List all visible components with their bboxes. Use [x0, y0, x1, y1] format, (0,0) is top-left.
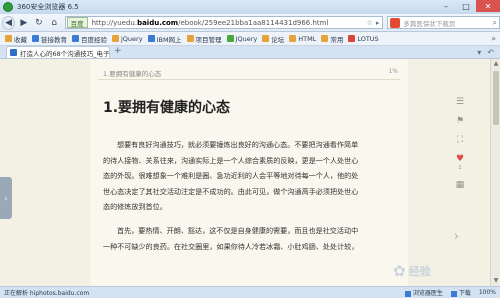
search-icon[interactable]: ⌕	[493, 18, 497, 28]
status-text: 正在解析 hiphotos.baidu.com	[4, 290, 90, 297]
watermark: ✿ 经验	[393, 262, 431, 280]
folder-icon	[289, 35, 297, 42]
folder-icon	[226, 35, 234, 42]
maximize-icon[interactable]: □	[456, 0, 476, 12]
close-icon[interactable]: ✕	[476, 0, 500, 12]
link-icon	[32, 35, 39, 42]
bookmark-item[interactable]: 项目管理	[186, 34, 222, 44]
chapter-heading: 1.要拥有健康的心态	[103, 100, 231, 116]
page-content: › 1.要拥有健康的心态 1% 1.要拥有健康的心态 想要有良好沟通技巧，就必须…	[0, 59, 500, 286]
folder-icon	[321, 35, 329, 42]
grid-icon[interactable]: ▦	[456, 180, 465, 190]
refresh-button[interactable]: ↻	[32, 16, 45, 30]
paragraph: 想要有良好沟通技巧，就必须要锤炼出良好的沟通心态。不要把沟通看作简单 的待人接物…	[103, 140, 359, 211]
reader-toolbar: ☰ ⚑ ⛶ ♥ 1 ▦	[452, 97, 468, 190]
like-count: 1	[458, 165, 462, 171]
tab-list-icon[interactable]: ▾	[477, 48, 481, 57]
url-text[interactable]: http://yuedu.baidu.com/ebook/259ee21bba1…	[92, 19, 329, 27]
navigation-bar: ◀ ▶ ↻ ⌂ 百度 http://yuedu.baidu.com/ebook/…	[0, 14, 500, 32]
search-engine-selector[interactable]: 百度	[66, 17, 88, 28]
zoom-level[interactable]: 100%	[479, 289, 496, 296]
download-icon	[450, 290, 457, 297]
bookmark-item[interactable]: IBM网上	[147, 34, 182, 44]
heart-icon[interactable]: ♥	[456, 154, 464, 164]
window-title: 360安全浏览器 6.5	[17, 3, 79, 11]
favicon-icon	[10, 49, 17, 56]
folder-icon	[147, 35, 155, 42]
bookmark-item[interactable]: 百度经验	[72, 34, 107, 44]
home-button[interactable]: ⌂	[48, 16, 61, 30]
search-engine-label: 百度	[70, 19, 84, 28]
bookmark-item[interactable]: JQuery	[226, 35, 257, 43]
bookmarks-bar: 收藏 链接教育 百度经验 jQuery IBM网上 项目管理 JQuery 论坛…	[0, 32, 500, 46]
reading-progress: 1%	[388, 68, 398, 75]
bookmark-item[interactable]: jQuery	[112, 35, 143, 43]
bookmark-item[interactable]: LOTUS	[348, 35, 379, 43]
window-controls: – □ ✕	[436, 0, 500, 14]
bookmark-item[interactable]: 论坛	[262, 34, 284, 44]
ebook-page: 1.要拥有健康的心态 1% 1.要拥有健康的心态 想要有良好沟通技巧，就必须要锤…	[90, 59, 408, 286]
tab-strip-actions: ▾ ↶	[477, 48, 494, 57]
search-input[interactable]: 多篇医保状下载页	[403, 18, 455, 28]
bookmark-item[interactable]: 链接教育	[32, 34, 67, 44]
restore-icon[interactable]: ↶	[487, 48, 494, 57]
scrollbar[interactable]: ▲ ▼	[490, 59, 500, 286]
bookmark-item[interactable]: 收藏	[5, 34, 27, 44]
paw-icon	[72, 35, 79, 42]
bookmarks-more-icon[interactable]: »	[491, 34, 496, 43]
forward-button[interactable]: ▶	[17, 16, 30, 30]
search-provider-icon[interactable]	[390, 17, 401, 28]
title-bar: 360安全浏览器 6.5 – □ ✕	[0, 0, 500, 14]
status-bar: 正在解析 hiphotos.baidu.com 浏览器医生 下载 100%	[0, 286, 500, 298]
paragraph: 首先，要热情、开朗、豁达，这不仅是自身健康的需要，而且也是社交活动中 一种不可缺…	[103, 226, 359, 251]
minimize-icon[interactable]: –	[436, 0, 456, 12]
doctor-icon	[404, 290, 411, 297]
bookmark-item[interactable]: 常用	[321, 34, 343, 44]
search-box[interactable]: 多篇医保状下载页 ⌕	[387, 16, 500, 29]
watermark-text: 经验	[408, 265, 431, 278]
folder-icon	[112, 35, 119, 42]
scroll-down-icon[interactable]: ▼	[492, 277, 500, 285]
folder-icon	[186, 35, 194, 42]
star-icon	[5, 35, 12, 42]
list-icon[interactable]: ☰	[456, 97, 464, 107]
address-bar[interactable]: 百度 http://yuedu.baidu.com/ebook/259ee21b…	[64, 16, 384, 29]
next-page-icon[interactable]: ›	[454, 229, 459, 243]
browser-doctor-button[interactable]: 浏览器医生	[404, 288, 443, 297]
address-actions: ☆ ▸	[367, 19, 383, 27]
back-button[interactable]: ◀	[2, 15, 16, 30]
tab-strip: 打造人心的68个沟通技巧_电子书免费 ✕ + ▾ ↶	[0, 46, 500, 59]
folder-icon	[262, 35, 270, 42]
divider	[98, 79, 400, 80]
browser-logo-icon	[3, 2, 13, 12]
paw-icon: ✿	[393, 262, 406, 280]
chapter-breadcrumb: 1.要拥有健康的心态	[103, 70, 162, 78]
scrollbar-thumb[interactable]	[493, 71, 499, 125]
status-actions: 浏览器医生 下载 100%	[404, 288, 496, 297]
star-icon[interactable]: ☆	[367, 19, 373, 27]
scroll-up-icon[interactable]: ▲	[492, 60, 500, 68]
fullscreen-icon[interactable]: ⛶	[457, 135, 463, 145]
tab-label: 打造人心的68个沟通技巧_电子书免费	[20, 49, 110, 58]
bookmark-icon[interactable]: ⚑	[456, 116, 464, 126]
tab-active[interactable]: 打造人心的68个沟通技巧_电子书免费 ✕	[6, 46, 110, 58]
expand-sidebar-handle[interactable]: ›	[0, 177, 12, 219]
download-button[interactable]: 下载	[450, 288, 471, 297]
bookmark-item[interactable]: HTML	[289, 35, 316, 43]
new-tab-button[interactable]: +	[114, 46, 122, 56]
folder-icon	[348, 35, 356, 42]
go-icon[interactable]: ▸	[376, 19, 380, 27]
